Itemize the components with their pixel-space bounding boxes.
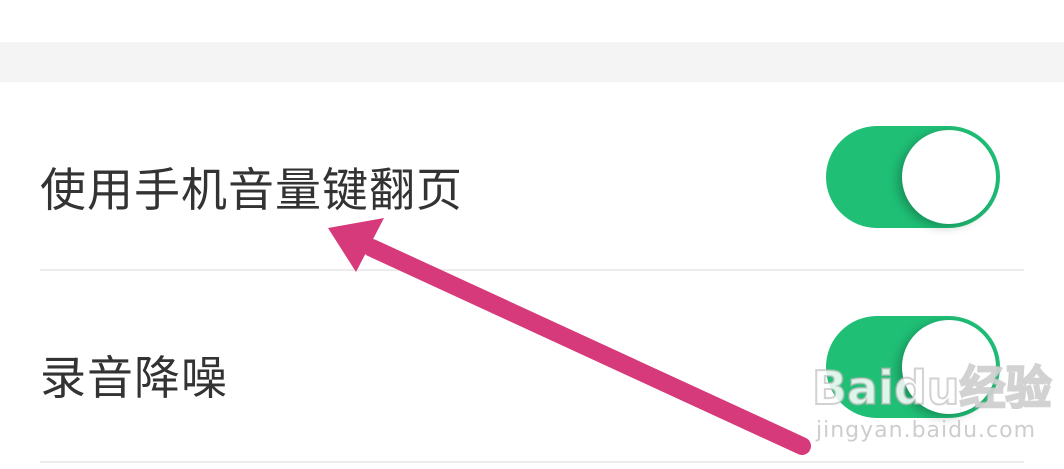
setting-row-recording-noise-reduction[interactable]: 录音降噪 <box>0 272 1064 460</box>
recording-noise-reduction-toggle[interactable] <box>826 316 1000 418</box>
row-divider <box>40 461 1024 463</box>
previous-section-bottom <box>0 0 1064 42</box>
setting-row-volume-key-page-turn[interactable]: 使用手机音量键翻页 <box>0 82 1064 270</box>
setting-label-volume-key-page-turn: 使用手机音量键翻页 <box>40 163 463 217</box>
settings-screen: 使用手机音量键翻页 录音降噪 Baidu经验 jingyan.baidu.com <box>0 0 1064 469</box>
volume-key-page-turn-toggle[interactable] <box>826 126 1000 228</box>
row-divider <box>40 269 1024 271</box>
setting-label-recording-noise-reduction: 录音降噪 <box>40 351 228 405</box>
section-separator <box>0 42 1064 82</box>
toggle-knob <box>902 320 996 414</box>
toggle-knob <box>902 130 996 224</box>
